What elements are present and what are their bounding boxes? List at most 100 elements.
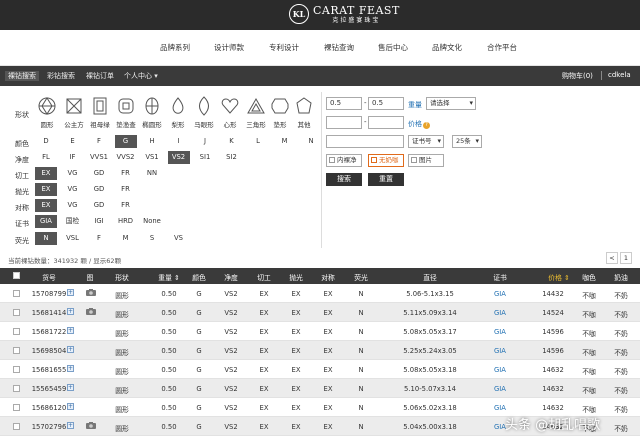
main-nav-item[interactable]: 品牌系列 xyxy=(160,42,190,53)
expand-plus-icon[interactable]: + xyxy=(67,289,74,296)
shape-option[interactable]: 垫形 xyxy=(267,94,293,134)
price-min-input[interactable] xyxy=(326,116,362,129)
no-milky-checkbox[interactable]: 无奶咖 xyxy=(368,154,404,167)
cell-cert[interactable]: GIA xyxy=(494,309,506,317)
symmetry-option[interactable]: EX xyxy=(35,199,57,212)
table-row[interactable]: +15565459 圆形 0.50 G VS2 EX EX EX N 5.10-5.07x3.14… xyxy=(0,379,640,398)
tab-personal-center[interactable]: 个人中心 ▾ xyxy=(124,71,158,81)
fluor-option[interactable]: VS xyxy=(168,232,190,245)
clarity-option[interactable]: SI1 xyxy=(194,151,216,164)
col-header-weight[interactable]: 重量 ⇕ xyxy=(158,272,179,282)
cut-option[interactable]: NN xyxy=(141,167,163,180)
symmetry-option[interactable]: FR xyxy=(115,199,137,212)
cert-number-input[interactable] xyxy=(326,135,404,148)
symmetry-option[interactable]: GD xyxy=(88,199,110,212)
clarity-option[interactable]: VVS1 xyxy=(88,151,110,164)
fluor-option[interactable]: N xyxy=(35,232,57,245)
color-option[interactable]: M xyxy=(274,135,296,148)
expand-plus-icon[interactable]: + xyxy=(67,365,74,372)
expand-plus-icon[interactable]: + xyxy=(67,384,74,391)
row-checkbox[interactable] xyxy=(13,290,20,297)
main-nav-item[interactable]: 裸钻查询 xyxy=(324,42,354,53)
shape-option[interactable]: 三角形 xyxy=(243,94,269,134)
color-option[interactable]: F xyxy=(88,135,110,148)
cut-option[interactable]: VG xyxy=(62,167,84,180)
shape-option[interactable]: 梨形 xyxy=(165,94,191,134)
polish-option[interactable]: GD xyxy=(88,183,110,196)
inclusion-checkbox[interactable]: 内裸净 xyxy=(326,154,362,167)
cart-link[interactable]: 购物车(0) xyxy=(562,71,593,81)
clarity-option[interactable]: VS2 xyxy=(167,151,190,164)
color-option[interactable]: I xyxy=(168,135,190,148)
polish-option[interactable]: FR xyxy=(115,183,137,196)
shape-option[interactable]: 其他 xyxy=(291,94,317,134)
main-nav-item[interactable]: 合作平台 xyxy=(487,42,517,53)
expand-plus-icon[interactable]: + xyxy=(67,327,74,334)
cert-option[interactable]: 国检 xyxy=(62,215,84,228)
clarity-option[interactable]: FL xyxy=(35,151,57,164)
cut-option[interactable]: GD xyxy=(88,167,110,180)
cell-cert[interactable]: GIA xyxy=(494,385,506,393)
color-option[interactable]: N xyxy=(300,135,322,148)
help-icon[interactable]: ? xyxy=(423,122,430,129)
table-row[interactable]: +15681722 圆形 0.50 G VS2 EX EX EX N 5.08x5.05x3.17… xyxy=(0,322,640,341)
clarity-option[interactable]: SI2 xyxy=(221,151,243,164)
shape-option[interactable]: 垫渔查 xyxy=(113,94,139,134)
cell-cert[interactable]: GIA xyxy=(494,366,506,374)
row-checkbox[interactable] xyxy=(13,309,20,316)
tab-color-diamond-search[interactable]: 彩钻搜索 xyxy=(47,71,75,81)
reset-button[interactable]: 重置 xyxy=(368,173,404,186)
color-option[interactable]: D xyxy=(35,135,57,148)
color-option[interactable]: K xyxy=(221,135,243,148)
table-row[interactable]: +15708799 圆形 0.50 G VS2 EX EX EX N 5.06-5.1x3.15 G… xyxy=(0,284,640,303)
weight-select[interactable]: 请选择 xyxy=(426,97,476,110)
cert-option[interactable]: IGI xyxy=(88,215,110,228)
table-row[interactable]: +15681414 圆形 0.50 G VS2 EX EX EX N 5.11x5.09x3.14… xyxy=(0,303,640,322)
row-checkbox[interactable] xyxy=(13,423,20,430)
cert-option[interactable]: HRD xyxy=(115,215,137,228)
cert-option[interactable]: GIA xyxy=(35,215,57,228)
per-page-select[interactable]: 25条 xyxy=(452,135,482,148)
shape-option[interactable]: 祖母绿 xyxy=(87,94,113,134)
main-nav-item[interactable]: 设计师款 xyxy=(214,42,244,53)
main-nav-item[interactable]: 专利设计 xyxy=(269,42,299,53)
row-checkbox[interactable] xyxy=(13,328,20,335)
tab-diamond-search[interactable]: 裸钻搜索 xyxy=(5,71,39,81)
shape-option[interactable]: 圆形 xyxy=(34,94,60,134)
col-header-price[interactable]: 价格 ⇕ xyxy=(548,272,569,282)
color-option[interactable]: G xyxy=(114,135,137,148)
shape-option[interactable]: 马眼形 xyxy=(191,94,217,134)
expand-plus-icon[interactable]: + xyxy=(67,308,74,315)
symmetry-option[interactable]: VG xyxy=(62,199,84,212)
camera-icon[interactable] xyxy=(86,422,96,429)
shape-option[interactable]: 公主方 xyxy=(61,94,87,134)
clarity-option[interactable]: IF xyxy=(62,151,84,164)
weight-max-input[interactable]: 0.5 xyxy=(368,97,404,110)
main-nav-item[interactable]: 品牌文化 xyxy=(432,42,462,53)
fluor-option[interactable]: S xyxy=(141,232,163,245)
pager-prev[interactable]: < xyxy=(606,252,618,264)
row-checkbox[interactable] xyxy=(13,366,20,373)
cut-option[interactable]: EX xyxy=(35,167,57,180)
row-checkbox[interactable] xyxy=(13,404,20,411)
clarity-option[interactable]: VS1 xyxy=(141,151,163,164)
camera-icon[interactable] xyxy=(86,308,96,315)
color-option[interactable]: H xyxy=(141,135,163,148)
pager-page-1[interactable]: 1 xyxy=(620,252,632,264)
weight-min-input[interactable]: 0.5 xyxy=(326,97,362,110)
tab-diamond-orders[interactable]: 裸钻订单 xyxy=(86,71,114,81)
color-option[interactable]: L xyxy=(247,135,269,148)
clarity-option[interactable]: VVS2 xyxy=(115,151,137,164)
color-option[interactable]: E xyxy=(62,135,84,148)
shape-option[interactable]: 心形 xyxy=(217,94,243,134)
main-nav-item[interactable]: 售后中心 xyxy=(378,42,408,53)
fluor-option[interactable]: M xyxy=(115,232,137,245)
cell-cert[interactable]: GIA xyxy=(494,290,506,298)
search-button[interactable]: 搜索 xyxy=(326,173,362,186)
price-max-input[interactable] xyxy=(368,116,404,129)
cert-option[interactable]: None xyxy=(141,215,163,228)
expand-plus-icon[interactable]: + xyxy=(67,422,74,429)
cut-option[interactable]: FR xyxy=(115,167,137,180)
select-all-checkbox[interactable] xyxy=(13,272,20,279)
cell-cert[interactable]: GIA xyxy=(494,404,506,412)
